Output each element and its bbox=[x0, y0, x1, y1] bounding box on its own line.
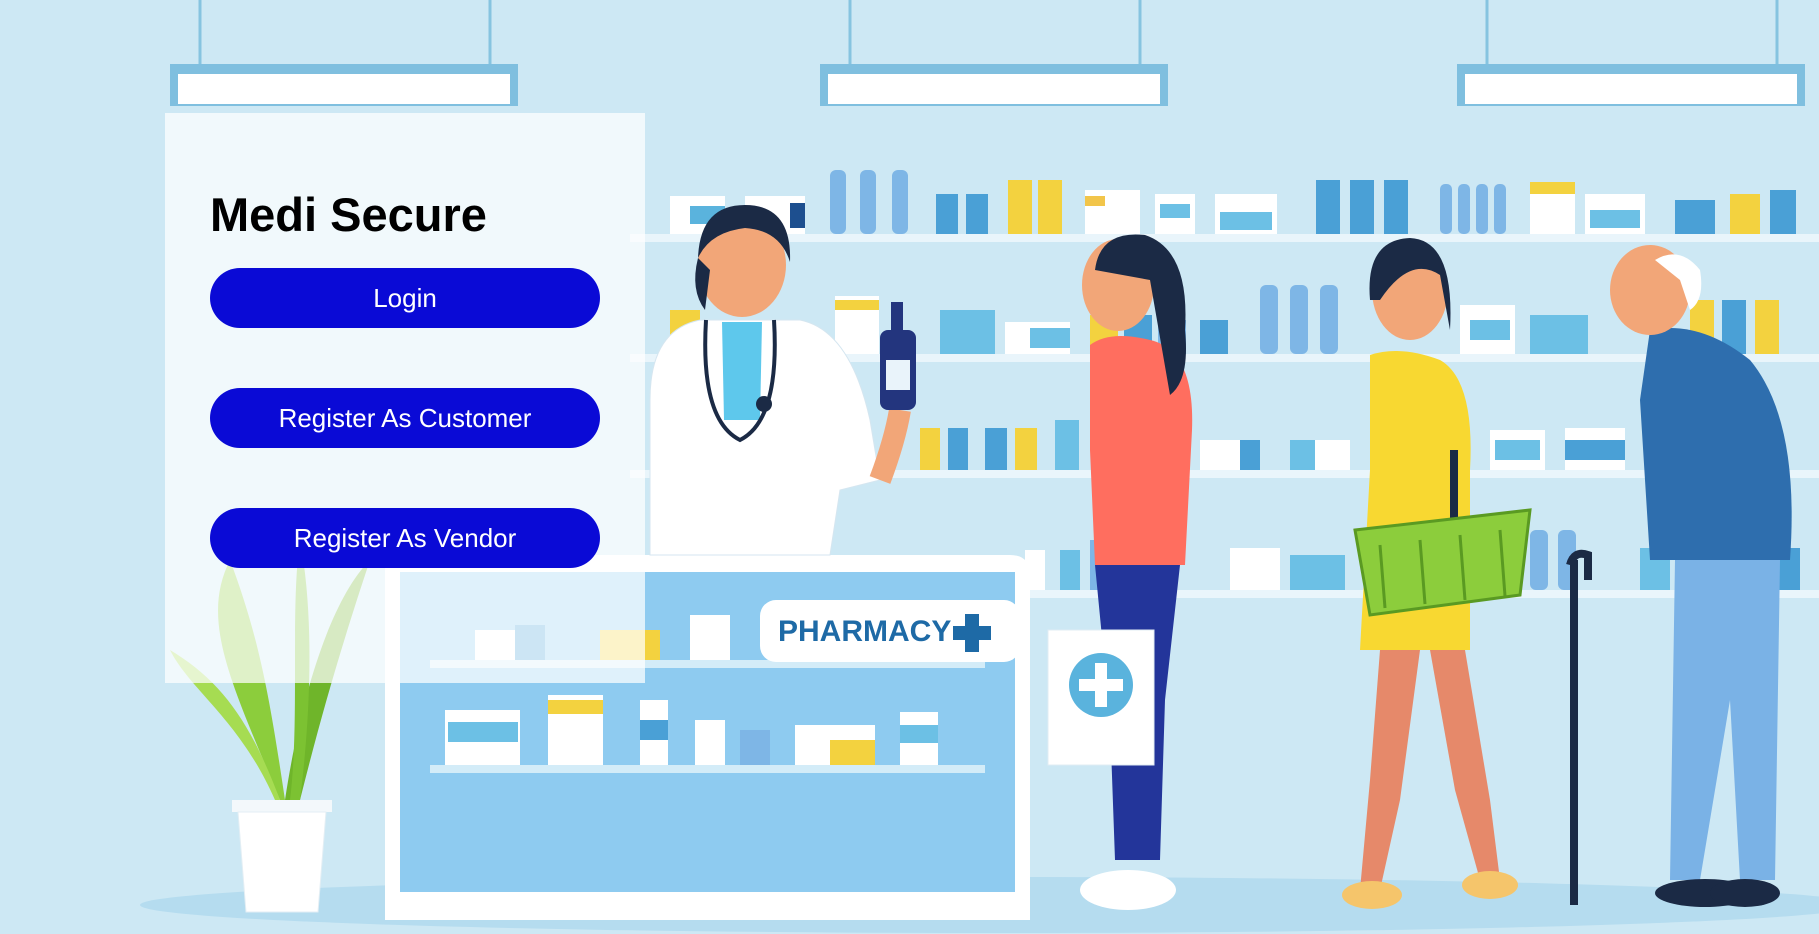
ceiling-lights bbox=[170, 0, 1805, 106]
register-customer-button[interactable]: Register As Customer bbox=[210, 388, 600, 448]
app-title: Medi Secure bbox=[210, 188, 487, 241]
auth-panel: Medi Secure Login Register As Customer R… bbox=[165, 113, 645, 683]
register-vendor-button[interactable]: Register As Vendor bbox=[210, 508, 600, 568]
pharmacy-sign-text: PHARMACY bbox=[778, 615, 951, 648]
pharmacist-figure bbox=[649, 205, 916, 556]
login-button[interactable]: Login bbox=[210, 268, 600, 328]
